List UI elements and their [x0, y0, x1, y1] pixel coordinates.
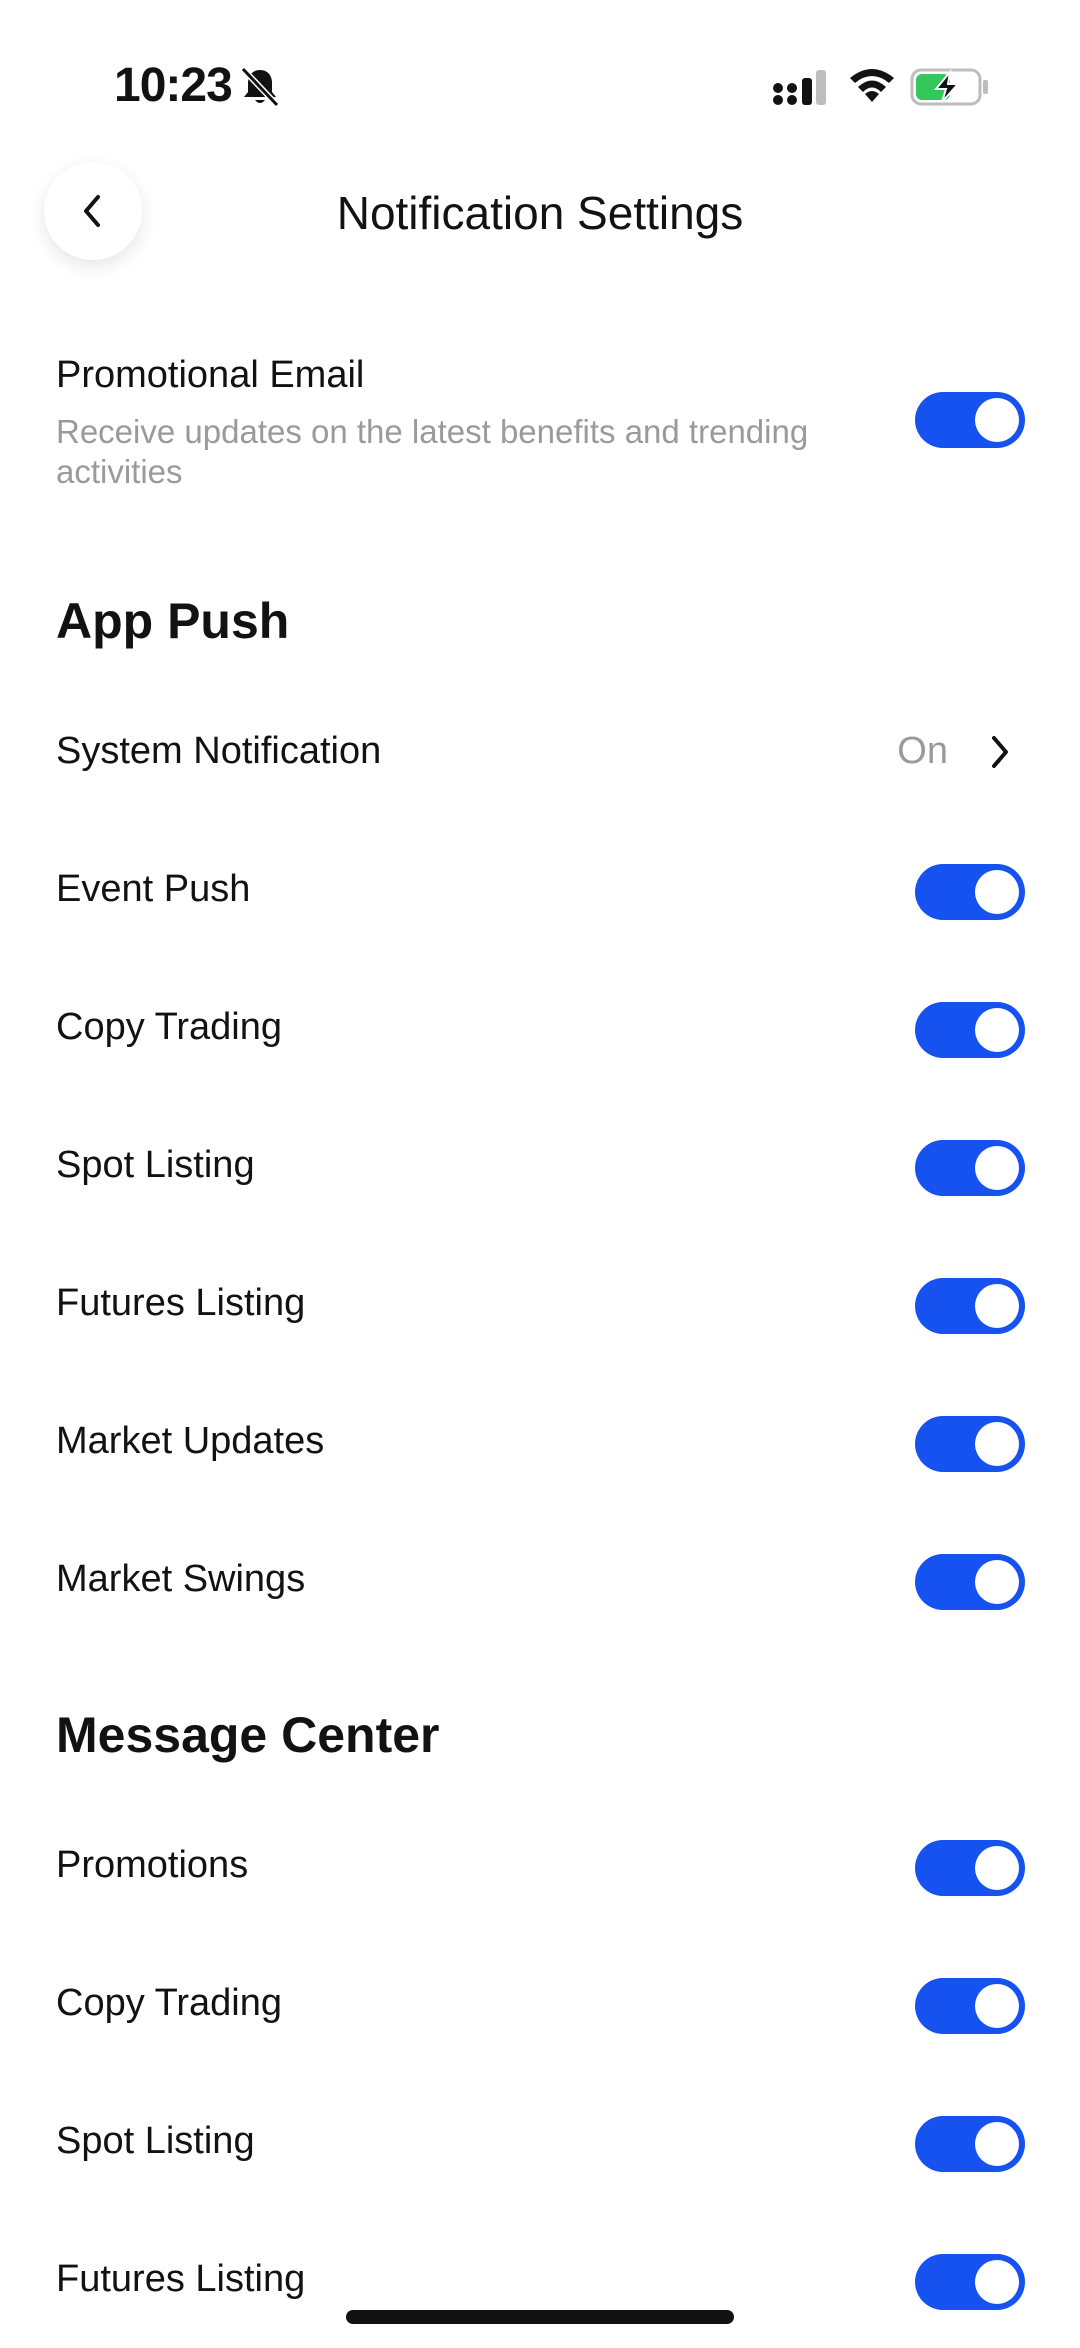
toggle-knob: [975, 398, 1019, 442]
spot-listing-label: Spot Listing: [56, 1144, 255, 1186]
app-push-heading: App Push: [56, 593, 290, 649]
promotional-email-label: Promotional Email: [56, 354, 365, 396]
mc-spot-listing-label: Spot Listing: [56, 2120, 255, 2162]
toggle-knob: [975, 870, 1019, 914]
system-notification-row[interactable]: System Notification On: [0, 726, 1080, 786]
wifi-icon: [850, 69, 894, 102]
mc-spot-listing-toggle[interactable]: [915, 2116, 1025, 2172]
toggle-knob: [975, 2260, 1019, 2304]
toggle-knob: [975, 1984, 1019, 2028]
list-item: Spot Listing: [0, 2114, 1080, 2174]
header: Notification Settings: [0, 160, 1080, 264]
market-swings-label: Market Swings: [56, 1558, 306, 1600]
toggle-knob: [975, 1008, 1019, 1052]
spot-listing-toggle[interactable]: [915, 1140, 1025, 1196]
toggle-knob: [975, 1284, 1019, 1328]
promotions-toggle[interactable]: [915, 1840, 1025, 1896]
promotional-email-description: Receive updates on the latest benefits a…: [56, 413, 809, 490]
copy-trading-label: Copy Trading: [56, 1006, 283, 1048]
list-item: Futures Listing: [0, 1276, 1080, 1336]
list-item: Spot Listing: [0, 1138, 1080, 1198]
mc-copy-trading-toggle[interactable]: [915, 1978, 1025, 2034]
page-title: Notification Settings: [336, 187, 744, 239]
home-indicator: [346, 2310, 734, 2324]
promotional-email-row: Promotional Email Receive updates on the…: [0, 350, 1080, 510]
market-updates-label: Market Updates: [56, 1420, 325, 1462]
futures-listing-toggle[interactable]: [915, 1278, 1025, 1334]
list-item: Copy Trading: [0, 1000, 1080, 1060]
toggle-knob: [975, 1560, 1019, 1604]
list-item: Promotions: [0, 1838, 1080, 1898]
toggle-knob: [975, 2122, 1019, 2166]
toggle-knob: [975, 1146, 1019, 1190]
list-item: Market Swings: [0, 1552, 1080, 1612]
promotions-label: Promotions: [56, 1844, 249, 1886]
event-push-label: Event Push: [56, 868, 251, 910]
toggle-knob: [975, 1846, 1019, 1890]
market-swings-toggle[interactable]: [915, 1554, 1025, 1610]
futures-listing-label: Futures Listing: [56, 1282, 306, 1324]
list-item: Event Push: [0, 862, 1080, 922]
list-item: Futures Listing: [0, 2252, 1080, 2312]
system-notification-label: System Notification: [56, 730, 382, 772]
chevron-right-icon: [992, 736, 1008, 768]
mc-futures-listing-toggle[interactable]: [915, 2254, 1025, 2310]
event-push-toggle[interactable]: [915, 864, 1025, 920]
toggle-knob: [975, 1422, 1019, 1466]
cellular-signal-icon: [773, 70, 826, 105]
mc-futures-listing-label: Futures Listing: [56, 2258, 306, 2300]
status-bar: 10:23: [0, 0, 1080, 160]
mc-copy-trading-label: Copy Trading: [56, 1982, 283, 2024]
bell-off-icon: [240, 66, 280, 108]
system-notification-value: On: [897, 730, 948, 772]
list-item: Copy Trading: [0, 1976, 1080, 2036]
battery-charging-icon: [910, 68, 988, 106]
status-time: 10:23: [114, 59, 233, 112]
promotional-email-toggle[interactable]: [915, 392, 1025, 448]
copy-trading-toggle[interactable]: [915, 1002, 1025, 1058]
market-updates-toggle[interactable]: [915, 1416, 1025, 1472]
list-item: Market Updates: [0, 1414, 1080, 1474]
message-center-heading: Message Center: [56, 1707, 440, 1763]
